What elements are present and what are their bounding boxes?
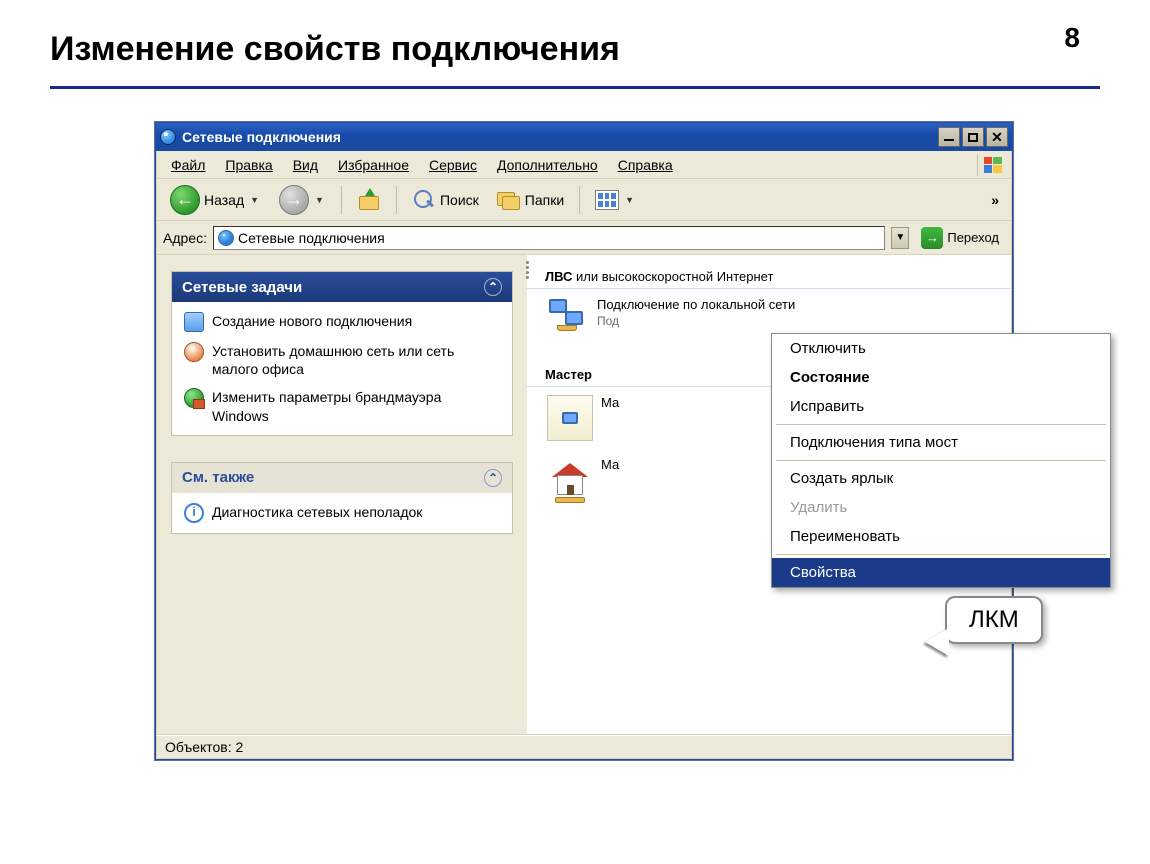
windows-flag-icon bbox=[977, 154, 1007, 176]
ctx-bridge[interactable]: Подключения типа мост bbox=[772, 428, 1110, 457]
minimize-button[interactable] bbox=[938, 127, 960, 147]
wizard-icon bbox=[547, 395, 593, 441]
up-button[interactable] bbox=[350, 184, 388, 216]
menu-advanced[interactable]: Дополнительно bbox=[487, 155, 608, 175]
panel-see-also: См. также ⌃ i Диагностика сетевых непола… bbox=[171, 462, 513, 534]
separator bbox=[341, 186, 342, 214]
task-label: Создание нового подключения bbox=[212, 312, 412, 330]
task-diagnostics[interactable]: i Диагностика сетевых неполадок bbox=[184, 503, 500, 523]
callout-lkm: ЛКМ bbox=[945, 596, 1043, 644]
globe-icon bbox=[160, 129, 176, 145]
menu-edit[interactable]: Правка bbox=[215, 155, 282, 175]
slide-divider bbox=[50, 86, 1100, 89]
separator bbox=[579, 186, 580, 214]
chevron-down-icon[interactable]: ▼ bbox=[313, 195, 326, 205]
ctx-separator bbox=[776, 554, 1106, 555]
collapse-icon[interactable]: ⌃ bbox=[484, 278, 502, 296]
ctx-shortcut[interactable]: Создать ярлык bbox=[772, 464, 1110, 493]
status-bar: Объектов: 2 bbox=[156, 735, 1012, 759]
panel-header[interactable]: Сетевые задачи ⌃ bbox=[172, 272, 512, 302]
lan-connection-icon bbox=[547, 297, 589, 339]
arrow-right-icon: → bbox=[279, 185, 309, 215]
house-icon bbox=[547, 457, 593, 503]
address-input[interactable]: Сетевые подключения bbox=[213, 226, 885, 250]
wizard-label: Ма bbox=[601, 395, 619, 412]
tasks-pane: Сетевые задачи ⌃ Создание нового подключ… bbox=[157, 255, 527, 734]
menu-view[interactable]: Вид bbox=[283, 155, 328, 175]
connection-status: Под bbox=[597, 314, 795, 330]
forward-button[interactable]: → ▼ bbox=[272, 184, 333, 216]
views-icon bbox=[595, 190, 619, 210]
context-menu: Отключить Состояние Исправить Подключени… bbox=[771, 333, 1111, 588]
titlebar[interactable]: Сетевые подключения ✕ bbox=[156, 123, 1012, 151]
callout-text: ЛКМ bbox=[969, 606, 1019, 633]
panel-title: См. также bbox=[182, 469, 254, 486]
folders-button[interactable]: Папки bbox=[490, 184, 571, 216]
splitter-handle-icon[interactable] bbox=[523, 261, 531, 283]
toolbar-overflow-icon[interactable]: » bbox=[991, 192, 1005, 208]
folders-label: Папки bbox=[525, 192, 564, 208]
search-icon bbox=[412, 188, 436, 212]
info-icon: i bbox=[184, 503, 204, 523]
search-button[interactable]: Поиск bbox=[405, 184, 486, 216]
ctx-rename[interactable]: Переименовать bbox=[772, 522, 1110, 551]
go-label: Переход bbox=[947, 230, 999, 245]
toolbar: ← Назад ▼ → ▼ Поиск Папки ▼ » bbox=[156, 179, 1012, 221]
globe-icon bbox=[218, 230, 234, 246]
task-label: Диагностика сетевых неполадок bbox=[212, 503, 422, 521]
ctx-delete: Удалить bbox=[772, 493, 1110, 522]
ctx-separator bbox=[776, 424, 1106, 425]
window-title: Сетевые подключения bbox=[182, 129, 938, 145]
group-header-lan: ЛВС или высокоскоростной Интернет bbox=[527, 267, 1011, 289]
wizard-label: Ма bbox=[601, 457, 619, 474]
menubar: Файл Правка Вид Избранное Сервис Дополни… bbox=[156, 151, 1012, 179]
maximize-button[interactable] bbox=[962, 127, 984, 147]
status-text: Объектов: 2 bbox=[165, 739, 243, 755]
menu-help[interactable]: Справка bbox=[608, 155, 683, 175]
go-button[interactable]: → Переход bbox=[915, 225, 1005, 251]
connection-name: Подключение по локальной сети bbox=[597, 297, 795, 314]
views-button[interactable]: ▼ bbox=[588, 184, 643, 216]
firewall-icon bbox=[184, 388, 204, 408]
chevron-down-icon[interactable]: ▼ bbox=[248, 195, 261, 205]
address-label: Адрес: bbox=[163, 230, 207, 246]
separator bbox=[396, 186, 397, 214]
content-area: Сетевые задачи ⌃ Создание нового подключ… bbox=[156, 255, 1012, 735]
task-new-connection[interactable]: Создание нового подключения bbox=[184, 312, 500, 332]
slide-number: 8 bbox=[1064, 22, 1080, 54]
task-label: Изменить параметры брандмауэра Windows bbox=[212, 388, 500, 424]
slide-title: Изменение свойств подключения bbox=[50, 30, 620, 69]
explorer-window: Сетевые подключения ✕ Файл Правка Вид Из… bbox=[155, 122, 1013, 760]
folder-up-icon bbox=[357, 188, 381, 212]
home-network-icon bbox=[184, 342, 204, 362]
ctx-properties[interactable]: Свойства bbox=[772, 558, 1110, 587]
task-label: Установить домашнюю сеть или сеть малого… bbox=[212, 342, 500, 378]
go-arrow-icon: → bbox=[921, 227, 943, 249]
panel-title: Сетевые задачи bbox=[182, 279, 302, 296]
panel-network-tasks: Сетевые задачи ⌃ Создание нового подключ… bbox=[171, 271, 513, 436]
address-dropdown-icon[interactable]: ▼ bbox=[891, 227, 909, 249]
chevron-down-icon[interactable]: ▼ bbox=[623, 195, 636, 205]
address-value: Сетевые подключения bbox=[238, 230, 880, 246]
task-firewall[interactable]: Изменить параметры брандмауэра Windows bbox=[184, 388, 500, 424]
ctx-separator bbox=[776, 460, 1106, 461]
menu-file[interactable]: Файл bbox=[161, 155, 215, 175]
panel-header[interactable]: См. также ⌃ bbox=[172, 463, 512, 493]
menu-favorites[interactable]: Избранное bbox=[328, 155, 419, 175]
task-home-network[interactable]: Установить домашнюю сеть или сеть малого… bbox=[184, 342, 500, 378]
address-bar: Адрес: Сетевые подключения ▼ → Переход bbox=[156, 221, 1012, 255]
close-button[interactable]: ✕ bbox=[986, 127, 1008, 147]
items-pane: ЛВС или высокоскоростной Интернет Подклю… bbox=[527, 255, 1011, 734]
arrow-left-icon: ← bbox=[170, 185, 200, 215]
menu-tools[interactable]: Сервис bbox=[419, 155, 487, 175]
folders-icon bbox=[497, 188, 521, 212]
back-button[interactable]: ← Назад ▼ bbox=[163, 184, 268, 216]
ctx-repair[interactable]: Исправить bbox=[772, 392, 1110, 421]
ctx-status[interactable]: Состояние bbox=[772, 363, 1110, 392]
ctx-disconnect[interactable]: Отключить bbox=[772, 334, 1110, 363]
search-label: Поиск bbox=[440, 192, 479, 208]
new-connection-icon bbox=[184, 312, 204, 332]
back-label: Назад bbox=[204, 192, 244, 208]
collapse-icon[interactable]: ⌃ bbox=[484, 469, 502, 487]
